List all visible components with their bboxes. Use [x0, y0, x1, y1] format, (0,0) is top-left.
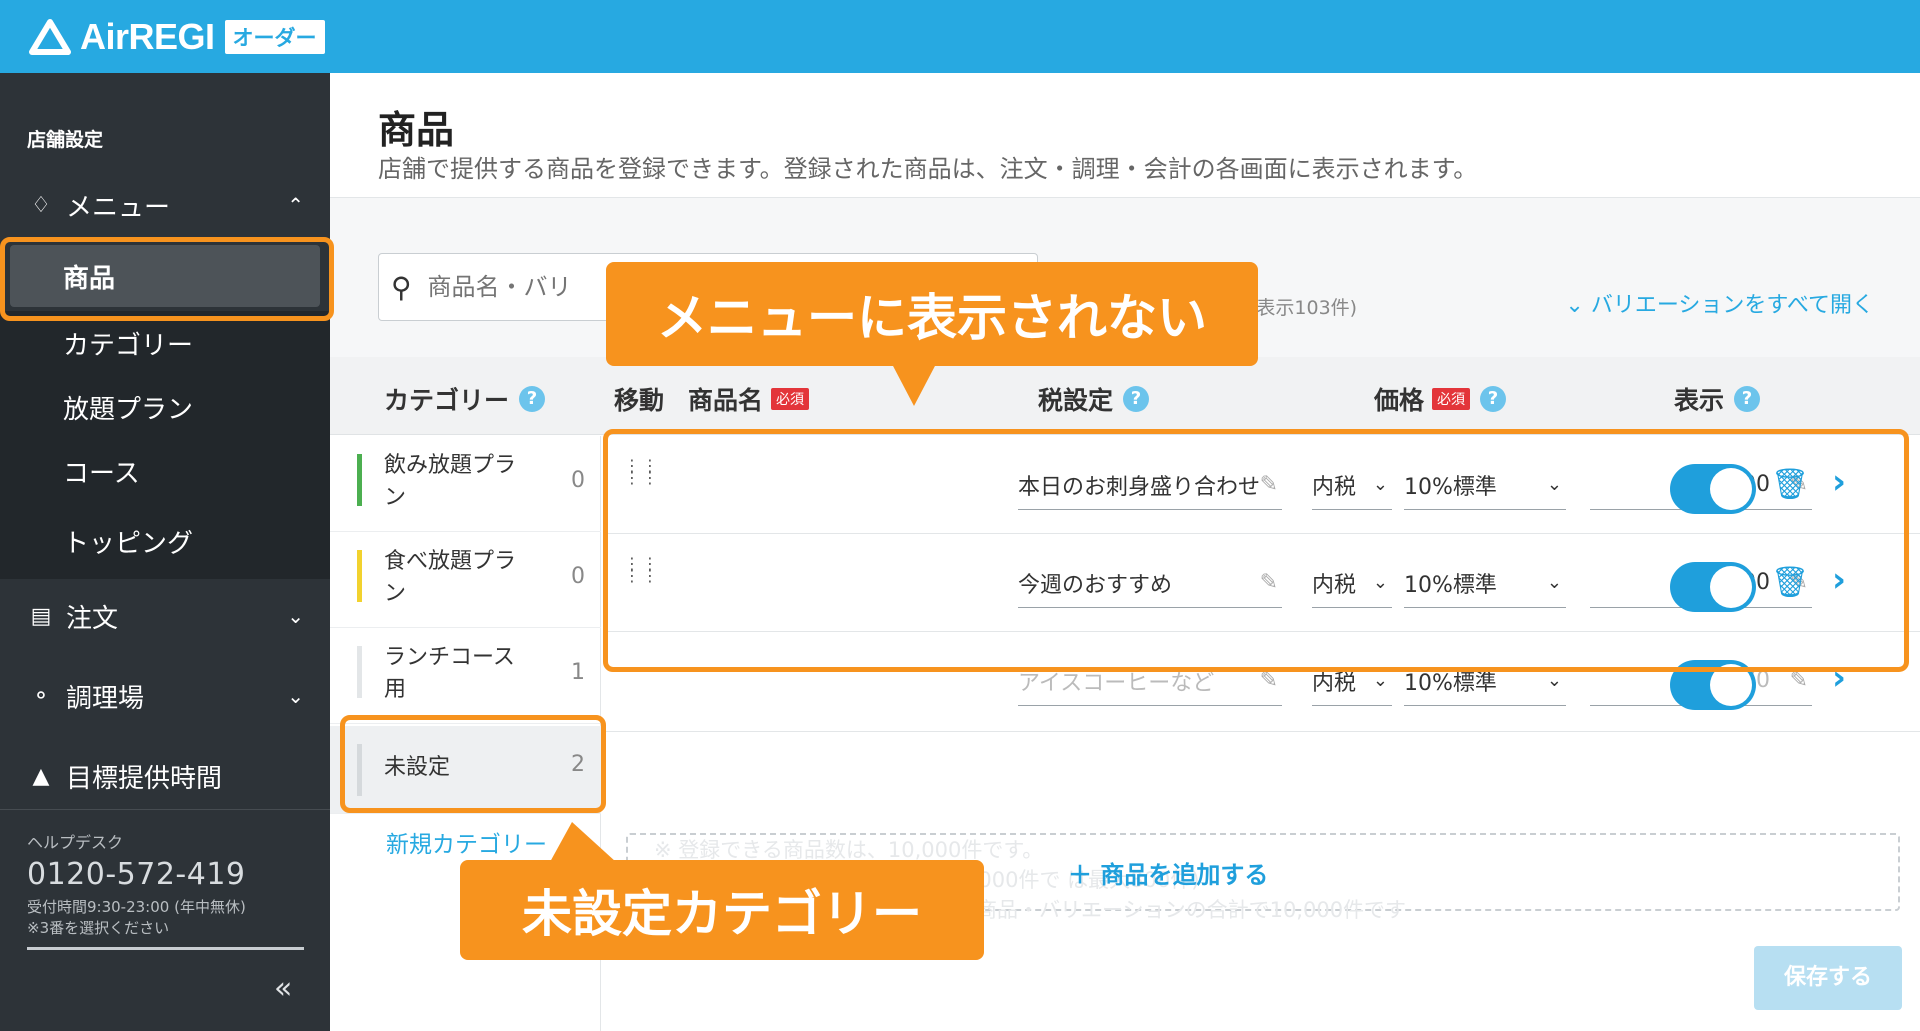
highlight-unset-category: [340, 715, 606, 813]
chevron-down-icon: ⌄: [1372, 670, 1388, 691]
highlight-unlisted-products: [603, 429, 1909, 672]
collapse-sidebar-icon[interactable]: «: [274, 971, 292, 1006]
category-item[interactable]: 食べ放題プラン 0: [330, 532, 601, 628]
new-category-link[interactable]: 新規カテゴリー: [386, 825, 547, 859]
sidebar-item-course[interactable]: コース: [0, 439, 330, 503]
help-icon[interactable]: ?: [1123, 386, 1150, 412]
column-label: 商品名: [688, 386, 764, 415]
helpdesk: ヘルプデスク 0120-572-419 受付時間9:30-23:00 (年中無休…: [27, 829, 246, 938]
callout-not-shown-in-menu: メニューに表示されない: [606, 262, 1258, 366]
help-icon[interactable]: ?: [1480, 386, 1507, 412]
help-icon[interactable]: ?: [519, 386, 546, 412]
sidebar-item-target-time[interactable]: ▲ 目標提供時間: [0, 741, 330, 811]
sidebar-item-label: 目標提供時間: [66, 763, 223, 794]
category-count: 0: [571, 468, 585, 493]
search-icon: ⚲: [391, 270, 412, 304]
required-badge: 必須: [771, 388, 810, 410]
column-label: 価格: [1374, 386, 1425, 415]
callout-pointer: [892, 364, 936, 406]
category-item[interactable]: ランチコース用 1: [330, 628, 601, 724]
column-label: 表示: [1674, 386, 1725, 415]
tag-icon: ♢: [31, 192, 51, 218]
sidebar-item-kitchen[interactable]: ⚬ 調理場 ⌄: [0, 661, 330, 731]
helpdesk-note: ※3番を選択ください: [27, 919, 170, 937]
chevron-down-icon: ⌄: [287, 604, 304, 628]
column-display: 表示 ?: [1674, 381, 1761, 417]
column-name: 商品名 必須: [688, 381, 810, 417]
column-tax: 税設定 ?: [1038, 381, 1150, 417]
sidebar-item-menu[interactable]: ♢ メニュー ⌃: [0, 173, 330, 237]
column-label: カテゴリー: [384, 386, 510, 415]
column-price: 価格 必須 ?: [1374, 381, 1507, 417]
table-header: カテゴリー ? 移動 商品名 必須 税設定 ? 価格 必須 ? 表示 ?: [330, 357, 1920, 435]
result-count: /表示103件): [1250, 297, 1358, 319]
expand-all-label: バリエーションをすべて開く: [1590, 293, 1874, 318]
category-item[interactable]: 飲み放題プラン 0: [330, 436, 601, 532]
sidebar-item-label: 調理場: [66, 683, 145, 714]
clipboard-icon: ▤: [30, 603, 52, 629]
chevron-down-icon: ⌄: [1546, 670, 1562, 691]
add-product-button[interactable]: ＋ 商品を追加する: [1068, 855, 1268, 890]
sidebar-item-label: 注文: [66, 603, 119, 634]
column-category: カテゴリー ?: [384, 381, 546, 417]
helpdesk-phone[interactable]: 0120-572-419: [27, 857, 246, 892]
save-button[interactable]: 保存する: [1754, 946, 1902, 1010]
sidebar-item-plans[interactable]: 放題プラン: [0, 375, 330, 439]
sidebar-item-order[interactable]: ▤ 注文 ⌄: [0, 581, 330, 651]
top-bar: AirREGI オーダー: [0, 0, 1920, 73]
chevron-up-icon: ⌃: [287, 193, 304, 217]
column-move: 移動: [614, 386, 665, 415]
category-name: ランチコース用: [384, 645, 515, 702]
sidebar: 店舗設定 ♢ メニュー ⌃ 商品 カテゴリー 放題プラン コース トッピング ▤…: [0, 73, 330, 1031]
callout-unset-category: 未設定カテゴリー: [460, 860, 984, 960]
logo-text: AirREGI: [80, 16, 215, 57]
column-label: 税設定: [1038, 386, 1114, 415]
category-color-bar: [357, 454, 362, 506]
chevron-down-icon: ⌄: [287, 684, 304, 708]
sidebar-section-title: 店舗設定: [27, 129, 104, 151]
sidebar-item-label: メニュー: [66, 192, 171, 223]
required-badge: 必須: [1432, 388, 1471, 410]
category-color-bar: [357, 646, 362, 698]
category-count: 0: [571, 564, 585, 589]
sidebar-divider: [0, 809, 330, 810]
category-count: 1: [571, 660, 585, 685]
logo-badge: オーダー: [224, 20, 325, 54]
chef-hat-icon: ⚬: [31, 683, 51, 709]
helpdesk-title: ヘルプデスク: [27, 833, 124, 852]
category-color-bar: [357, 550, 362, 602]
helpdesk-divider: [27, 947, 304, 950]
help-icon[interactable]: ?: [1734, 386, 1761, 412]
service-bell-icon: ▲: [32, 763, 50, 789]
app-logo[interactable]: AirREGI オーダー: [28, 16, 325, 58]
helpdesk-hours: 受付時間9:30-23:00 (年中無休): [27, 898, 246, 916]
expand-all-variations-link[interactable]: ⌄ バリエーションをすべて開く: [1565, 287, 1874, 319]
logo-triangle-icon: [28, 18, 72, 56]
page-title: 商品: [378, 108, 455, 152]
sidebar-item-topping[interactable]: トッピング: [0, 503, 330, 579]
category-name: 食べ放題プラン: [384, 549, 517, 606]
chevron-down-icon: ⌄: [1565, 293, 1591, 318]
highlight-products-menu: [0, 237, 334, 321]
callout-pointer: [550, 822, 616, 862]
category-name: 飲み放題プラン: [384, 453, 517, 510]
page-description: 店舗で提供する商品を登録できます。登録された商品は、注文・調理・会計の各画面に表…: [378, 155, 1478, 183]
